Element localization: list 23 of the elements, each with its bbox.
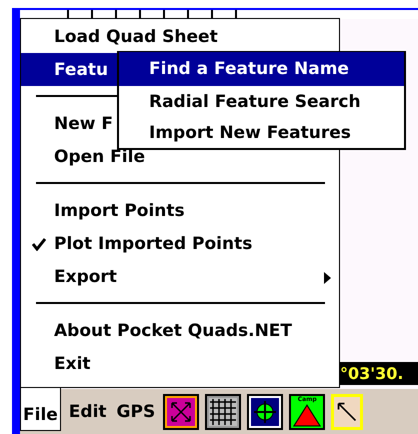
- coordinate-readout: °03'30.: [340, 362, 418, 385]
- menu-item[interactable]: Find a Feature Name: [119, 52, 404, 86]
- menu-bar-item[interactable]: GPS: [114, 392, 158, 432]
- menu-item[interactable]: Import New Features: [119, 117, 404, 148]
- menu-bar-item[interactable]: File: [20, 386, 61, 431]
- grid-tool-button[interactable]: [205, 394, 242, 430]
- menu-item[interactable]: Export: [21, 260, 339, 293]
- menu-item[interactable]: Load Quad Sheet: [21, 20, 339, 53]
- tent-icon: [291, 402, 324, 426]
- arrows-icon: [167, 398, 196, 426]
- center-tool-button[interactable]: [247, 394, 284, 430]
- menu-item[interactable]: Radial Feature Search: [119, 86, 404, 117]
- menu-item[interactable]: Import Points: [21, 194, 339, 227]
- submenu-arrow-icon: [324, 272, 331, 284]
- check-icon: [32, 237, 46, 251]
- menu-item[interactable]: About Pocket Quads.NET: [21, 314, 339, 347]
- pan-tool-button[interactable]: [163, 394, 200, 430]
- grid-icon: [209, 398, 238, 426]
- menu-item[interactable]: Exit: [21, 347, 339, 380]
- crosshair-icon: [251, 398, 280, 426]
- pointer-tool-button[interactable]: [331, 394, 364, 430]
- menu-bar-item[interactable]: Edit: [66, 392, 109, 432]
- menu-item[interactable]: Plot Imported Points: [21, 227, 339, 260]
